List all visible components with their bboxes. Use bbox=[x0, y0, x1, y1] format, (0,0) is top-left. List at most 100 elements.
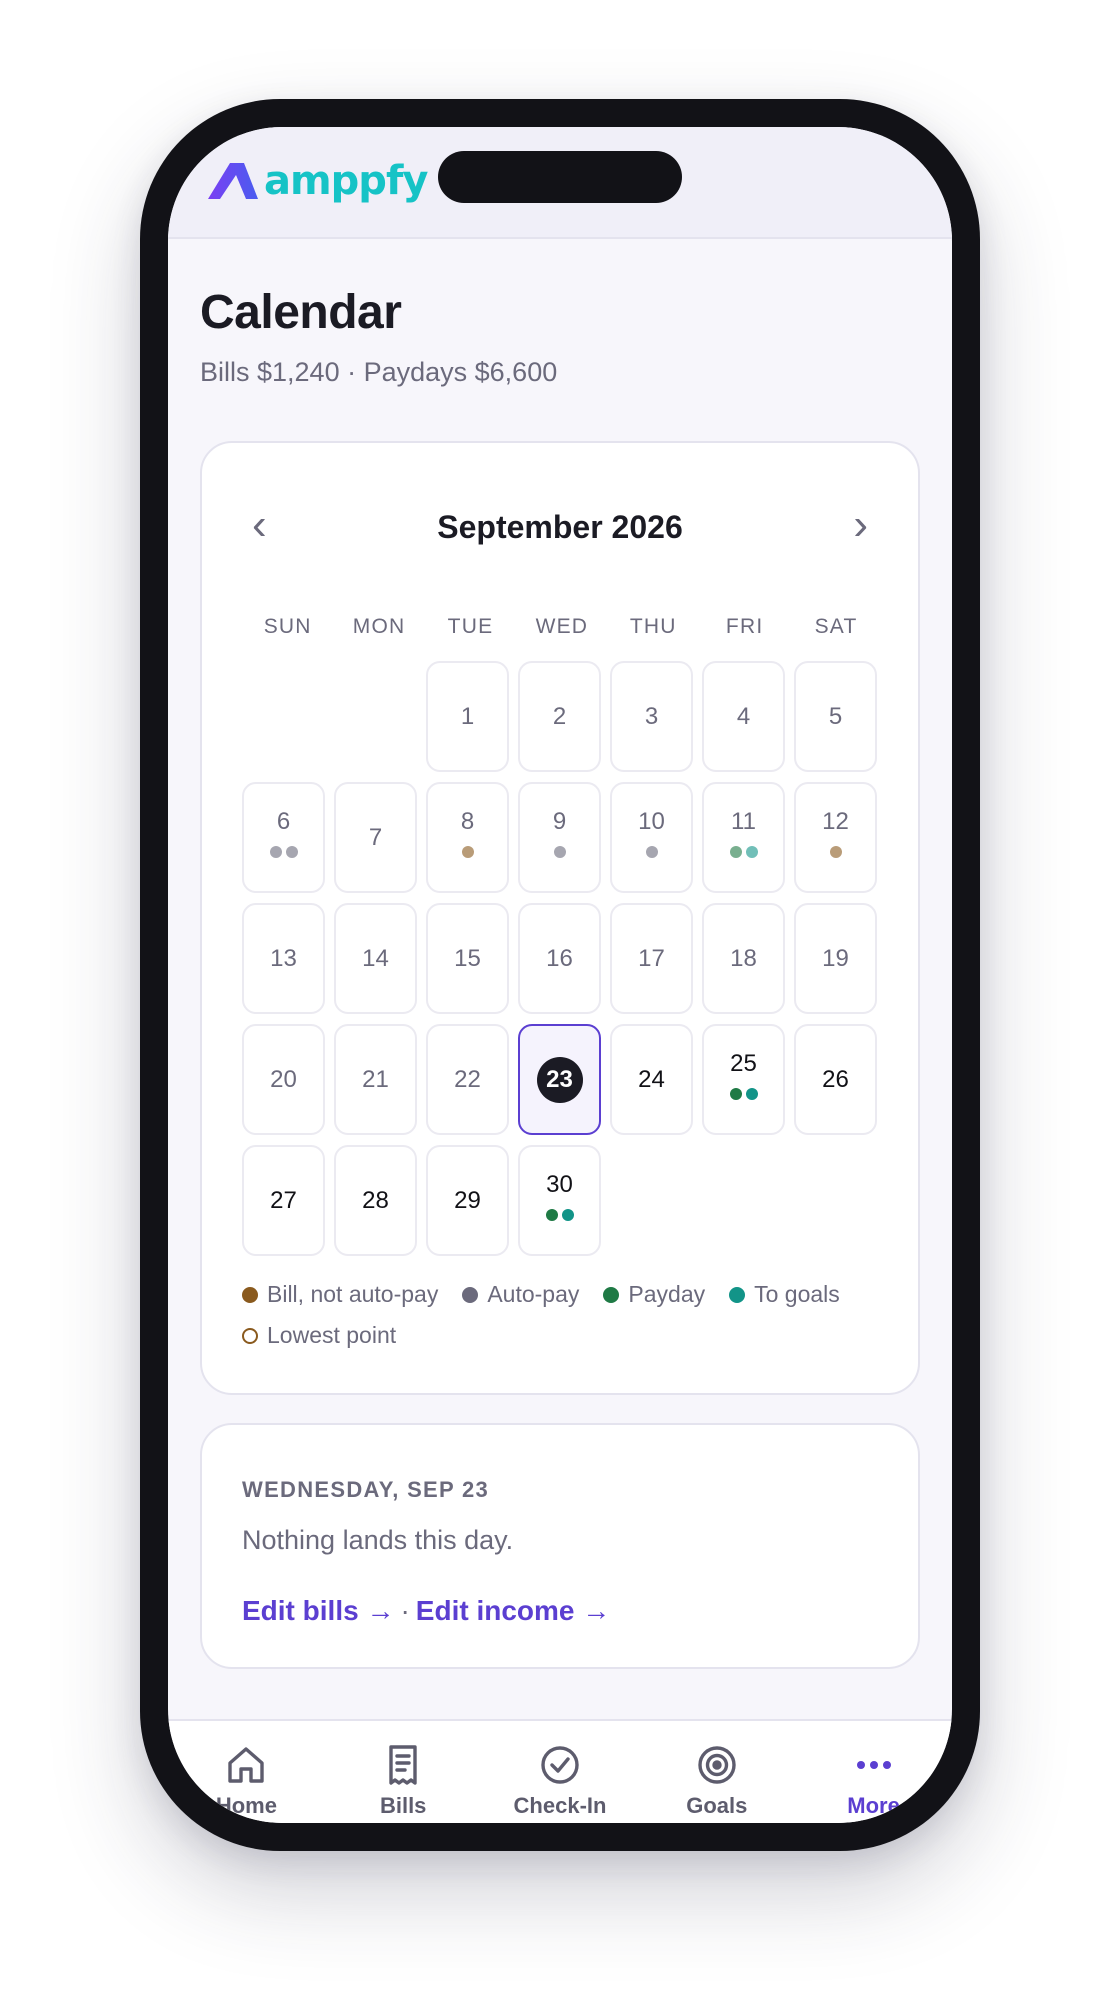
day-number: 7 bbox=[368, 823, 383, 851]
legend-label: Auto-pay bbox=[487, 1281, 580, 1307]
month-title: September 2026 bbox=[437, 509, 683, 545]
page-title: Calendar bbox=[200, 286, 402, 339]
calendar-day[interactable]: 18 bbox=[702, 903, 785, 1014]
event-dot-autopay bbox=[645, 845, 658, 858]
calendar-day[interactable]: 29 bbox=[426, 1145, 509, 1256]
day-number: 23 bbox=[536, 1056, 583, 1103]
calendar-day[interactable]: 1 bbox=[426, 661, 509, 772]
calendar-day[interactable]: 6 bbox=[242, 782, 325, 893]
calendar-day[interactable]: 2 bbox=[518, 661, 601, 772]
calendar-day[interactable]: 10 bbox=[610, 782, 693, 893]
edit-bills-link[interactable]: Edit bills → bbox=[242, 1595, 394, 1626]
day-event-dots bbox=[829, 845, 842, 858]
weekday-label: FRI bbox=[725, 615, 764, 638]
tab-label: Goals bbox=[686, 1793, 748, 1818]
calendar-day[interactable]: 8 bbox=[426, 782, 509, 893]
event-dot-bill bbox=[829, 845, 842, 858]
tab-bills[interactable]: Bills bbox=[325, 1721, 482, 1823]
tab-label: More bbox=[847, 1793, 900, 1818]
day-number: 26 bbox=[822, 1065, 849, 1093]
tab-check-in[interactable]: Check-In bbox=[482, 1721, 639, 1823]
legend-swatch bbox=[462, 1286, 479, 1303]
day-event-dots bbox=[645, 845, 658, 858]
calendar-day-today[interactable]: 23 bbox=[518, 1024, 601, 1135]
calendar-day[interactable]: 15 bbox=[426, 903, 509, 1014]
calendar-blank-cell bbox=[334, 661, 417, 772]
calendar-day[interactable]: 16 bbox=[518, 903, 601, 1014]
day-number: 6 bbox=[276, 807, 291, 835]
day-number: 21 bbox=[362, 1065, 389, 1093]
link-separator: · bbox=[400, 1595, 410, 1626]
calendar-day[interactable]: 21 bbox=[334, 1024, 417, 1135]
event-dot-autopay bbox=[269, 845, 282, 858]
day-number: 2 bbox=[552, 702, 567, 730]
edit-income-link[interactable]: Edit income → bbox=[416, 1595, 610, 1626]
calendar-day[interactable]: 13 bbox=[242, 903, 325, 1014]
calendar-day[interactable]: 5 bbox=[794, 661, 877, 772]
next-month-button[interactable]: › bbox=[853, 503, 868, 547]
weekday-label: MON bbox=[352, 615, 406, 638]
calendar-day[interactable]: 7 bbox=[334, 782, 417, 893]
day-number: 12 bbox=[822, 807, 849, 835]
legend-swatch bbox=[729, 1286, 746, 1303]
tab-more[interactable]: More bbox=[795, 1721, 952, 1823]
page-summary: Bills $1,240 · Paydays $6,600 bbox=[200, 357, 558, 387]
day-event-dots bbox=[269, 845, 298, 858]
legend-item-payday: Payday bbox=[603, 1281, 705, 1308]
day-number: 30 bbox=[546, 1170, 573, 1198]
calendar-day[interactable]: 14 bbox=[334, 903, 417, 1014]
day-event-dots bbox=[553, 845, 566, 858]
day-number: 1 bbox=[460, 702, 475, 730]
phone-frame: amppfy Calendar Bills $1,240 · Paydays $… bbox=[140, 99, 980, 1851]
legend-item-lowest: Lowest point bbox=[242, 1322, 396, 1349]
day-number: 10 bbox=[638, 807, 665, 835]
calendar-day[interactable]: 25 bbox=[702, 1024, 785, 1135]
day-number: 17 bbox=[638, 944, 665, 972]
day-number: 9 bbox=[552, 807, 567, 835]
legend-label: Lowest point bbox=[267, 1322, 397, 1348]
calendar-day[interactable]: 17 bbox=[610, 903, 693, 1014]
calendar-day[interactable]: 4 bbox=[702, 661, 785, 772]
calendar-day[interactable]: 9 bbox=[518, 782, 601, 893]
calendar-day[interactable]: 20 bbox=[242, 1024, 325, 1135]
day-number: 27 bbox=[270, 1186, 297, 1214]
event-dot-payday bbox=[545, 1208, 558, 1221]
tab-home[interactable]: Home bbox=[168, 1721, 325, 1823]
day-number: 13 bbox=[270, 944, 297, 972]
day-number: 4 bbox=[736, 702, 751, 730]
day-number: 22 bbox=[454, 1065, 481, 1093]
calendar-day[interactable]: 3 bbox=[610, 661, 693, 772]
calendar-day[interactable]: 24 bbox=[610, 1024, 693, 1135]
day-number: 11 bbox=[731, 807, 756, 835]
event-dot-goals bbox=[745, 1087, 758, 1100]
top-bar: amppfy bbox=[168, 127, 952, 239]
calendar-legend: Bill, not auto-pay Auto-pay Payday To go… bbox=[242, 1281, 902, 1363]
calendar-day[interactable]: 26 bbox=[794, 1024, 877, 1135]
weekday-label: TUE bbox=[447, 615, 494, 638]
calendar-blank-cell bbox=[242, 661, 325, 772]
calendar-day[interactable]: 22 bbox=[426, 1024, 509, 1135]
calendar-day[interactable]: 28 bbox=[334, 1145, 417, 1256]
day-number: 25 bbox=[730, 1049, 757, 1077]
calendar-day[interactable]: 27 bbox=[242, 1145, 325, 1256]
day-number: 15 bbox=[454, 944, 481, 972]
event-dot-payday bbox=[729, 845, 742, 858]
event-dot-bill bbox=[461, 845, 474, 858]
day-number: 29 bbox=[454, 1186, 481, 1214]
calendar-day[interactable]: 19 bbox=[794, 903, 877, 1014]
calendar-day[interactable]: 12 bbox=[794, 782, 877, 893]
calendar-day[interactable]: 11 bbox=[702, 782, 785, 893]
calendar-day[interactable]: 30 bbox=[518, 1145, 601, 1256]
tab-goals[interactable]: Goals bbox=[638, 1721, 795, 1823]
check-circle-icon bbox=[541, 1746, 579, 1784]
weekday-label: WED bbox=[535, 615, 589, 638]
calendar-grid: 1 2 3 4 5 6 7 8 9 10 11 12 13 14 15 16 17 18 19 20 21 22 23 24 2… bbox=[242, 661, 878, 1256]
day-number: 20 bbox=[270, 1065, 297, 1093]
day-number: 8 bbox=[460, 807, 475, 835]
brand-logo[interactable]: amppfy bbox=[208, 158, 428, 204]
selected-day-label: WEDNESDAY, SEP 23 bbox=[242, 1477, 490, 1502]
brand-name: amppfy bbox=[264, 158, 428, 204]
receipt-icon bbox=[389, 1745, 417, 1785]
legend-item-autopay: Auto-pay bbox=[462, 1281, 579, 1308]
day-event-dots bbox=[729, 1087, 758, 1100]
